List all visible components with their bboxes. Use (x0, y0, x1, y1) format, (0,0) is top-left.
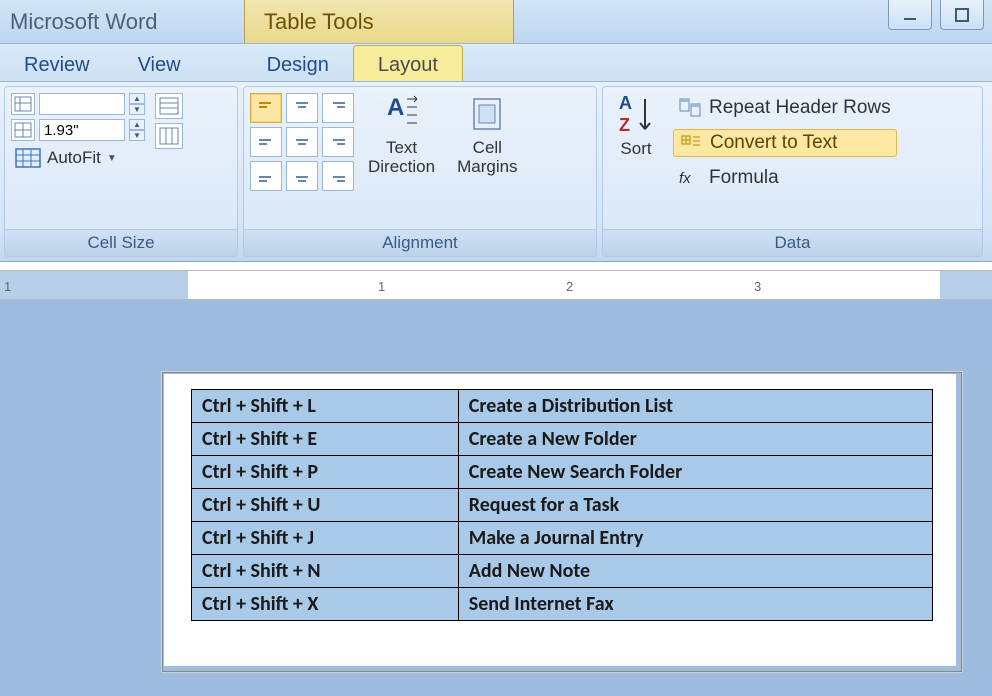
tab-view[interactable]: View (114, 46, 205, 81)
formula-icon: fx (679, 168, 701, 188)
group-data: AZ Sort Repeat Header Rows Convert to Te… (602, 86, 983, 257)
minimize-button[interactable] (888, 0, 932, 30)
ruler-mark: 3 (754, 279, 761, 294)
document-area: 1 1 2 3 Ctrl + Shift + L Create a Distri… (0, 270, 992, 696)
svg-text:A: A (619, 93, 632, 113)
formula-label: Formula (709, 167, 779, 189)
sort-icon: AZ (617, 93, 655, 135)
window-controls (888, 0, 984, 30)
ruler-mark: 2 (566, 279, 573, 294)
text-direction-button[interactable]: A TextDirection (360, 93, 443, 176)
column-width-icon (11, 119, 35, 141)
dropdown-icon: ▼ (107, 153, 117, 164)
ribbon: ▲▼ 1.93" ▲▼ AutoFit ▼ (0, 82, 992, 262)
table-row[interactable]: Ctrl + Shift + NAdd New Note (192, 555, 933, 588)
table-row[interactable]: Ctrl + Shift + XSend Internet Fax (192, 588, 933, 621)
maximize-button[interactable] (940, 0, 984, 30)
align-bottom-right[interactable] (322, 161, 354, 191)
app-title: Microsoft Word (0, 9, 158, 35)
convert-to-text-button[interactable]: Convert to Text (673, 129, 897, 157)
svg-text:A: A (387, 94, 404, 121)
formula-button[interactable]: fx Formula (673, 165, 897, 191)
ribbon-tab-row: Review View Design Layout (0, 44, 992, 82)
shortcut-cell[interactable]: Ctrl + Shift + U (192, 489, 459, 522)
group-label-alignment: Alignment (244, 229, 596, 256)
repeat-header-icon (679, 98, 701, 118)
shortcut-cell[interactable]: Ctrl + Shift + X (192, 588, 459, 621)
text-direction-label: TextDirection (368, 139, 435, 176)
action-cell[interactable]: Create New Search Folder (458, 456, 932, 489)
align-middle-right[interactable] (322, 127, 354, 157)
convert-to-text-icon (680, 133, 702, 153)
row-height-icon (11, 93, 35, 115)
convert-to-text-label: Convert to Text (710, 132, 837, 154)
action-cell[interactable]: Make a Journal Entry (458, 522, 932, 555)
column-width-input[interactable]: 1.93" (39, 119, 125, 141)
ruler-mark: 1 (4, 279, 11, 294)
tab-design[interactable]: Design (243, 46, 353, 81)
table-row[interactable]: Ctrl + Shift + L Create a Distribution L… (192, 390, 933, 423)
shortcut-cell[interactable]: Ctrl + Shift + N (192, 555, 459, 588)
tab-layout[interactable]: Layout (353, 45, 463, 81)
group-cell-size: ▲▼ 1.93" ▲▼ AutoFit ▼ (4, 86, 238, 257)
table-row[interactable]: Ctrl + Shift + ECreate a New Folder (192, 423, 933, 456)
action-cell[interactable]: Create a New Folder (458, 423, 932, 456)
maximize-icon (954, 7, 970, 23)
distribute-rows-button[interactable] (155, 93, 183, 119)
group-label-cell-size: Cell Size (5, 229, 237, 256)
align-top-left[interactable] (250, 93, 282, 123)
svg-text:fx: fx (679, 170, 691, 187)
repeat-header-rows-button[interactable]: Repeat Header Rows (673, 95, 897, 121)
sort-button[interactable]: AZ Sort (609, 93, 663, 159)
align-middle-center[interactable] (286, 127, 318, 157)
table-row[interactable]: Ctrl + Shift + PCreate New Search Folder (192, 456, 933, 489)
tab-review[interactable]: Review (0, 46, 114, 81)
shortcut-cell[interactable]: Ctrl + Shift + L (192, 390, 459, 423)
autofit-icon (15, 147, 41, 169)
ruler-mark: 1 (378, 279, 385, 294)
table-row[interactable]: Ctrl + Shift + J Make a Journal Entry (192, 522, 933, 555)
autofit-button[interactable]: AutoFit ▼ (11, 145, 145, 171)
document-page[interactable]: Ctrl + Shift + L Create a Distribution L… (162, 372, 962, 672)
distribute-columns-button[interactable] (155, 123, 183, 149)
contextual-title: Table Tools (264, 9, 374, 35)
action-cell[interactable]: Add New Note (458, 555, 932, 588)
titlebar: Microsoft Word Table Tools (0, 0, 992, 44)
action-cell[interactable]: Request for a Task (458, 489, 932, 522)
column-width-control[interactable]: 1.93" ▲▼ (11, 119, 145, 141)
cell-margins-label: CellMargins (457, 139, 517, 176)
action-cell[interactable]: Send Internet Fax (458, 588, 932, 621)
row-height-spinner[interactable]: ▲▼ (129, 93, 145, 115)
minimize-icon (902, 7, 918, 23)
alignment-grid (250, 93, 354, 191)
table-row[interactable]: Ctrl + Shift + URequest for a Task (192, 489, 933, 522)
shortcut-cell[interactable]: Ctrl + Shift + P (192, 456, 459, 489)
align-bottom-center[interactable] (286, 161, 318, 191)
shortcuts-table[interactable]: Ctrl + Shift + L Create a Distribution L… (191, 389, 933, 621)
svg-text:Z: Z (619, 115, 630, 135)
action-cell[interactable]: Create a Distribution List (458, 390, 932, 423)
align-bottom-left[interactable] (250, 161, 282, 191)
align-top-right[interactable] (322, 93, 354, 123)
align-top-center[interactable] (286, 93, 318, 123)
autofit-label: AutoFit (47, 148, 101, 168)
cell-margins-button[interactable]: CellMargins (449, 93, 525, 176)
align-middle-left[interactable] (250, 127, 282, 157)
row-height-control[interactable]: ▲▼ (11, 93, 145, 115)
text-direction-icon: A (383, 93, 421, 135)
sort-label: Sort (620, 139, 651, 159)
group-label-data: Data (603, 229, 982, 256)
shortcut-cell[interactable]: Ctrl + Shift + E (192, 423, 459, 456)
horizontal-ruler[interactable]: 1 1 2 3 (0, 270, 992, 300)
cell-margins-icon (468, 93, 506, 135)
shortcut-cell[interactable]: Ctrl + Shift + J (192, 522, 459, 555)
row-height-input[interactable] (39, 93, 125, 115)
distribute-columns-icon (159, 127, 179, 145)
group-alignment: A TextDirection CellMargins Alignment (243, 86, 597, 257)
distribute-rows-icon (159, 97, 179, 115)
repeat-header-label: Repeat Header Rows (709, 97, 891, 119)
column-width-spinner[interactable]: ▲▼ (129, 119, 145, 141)
